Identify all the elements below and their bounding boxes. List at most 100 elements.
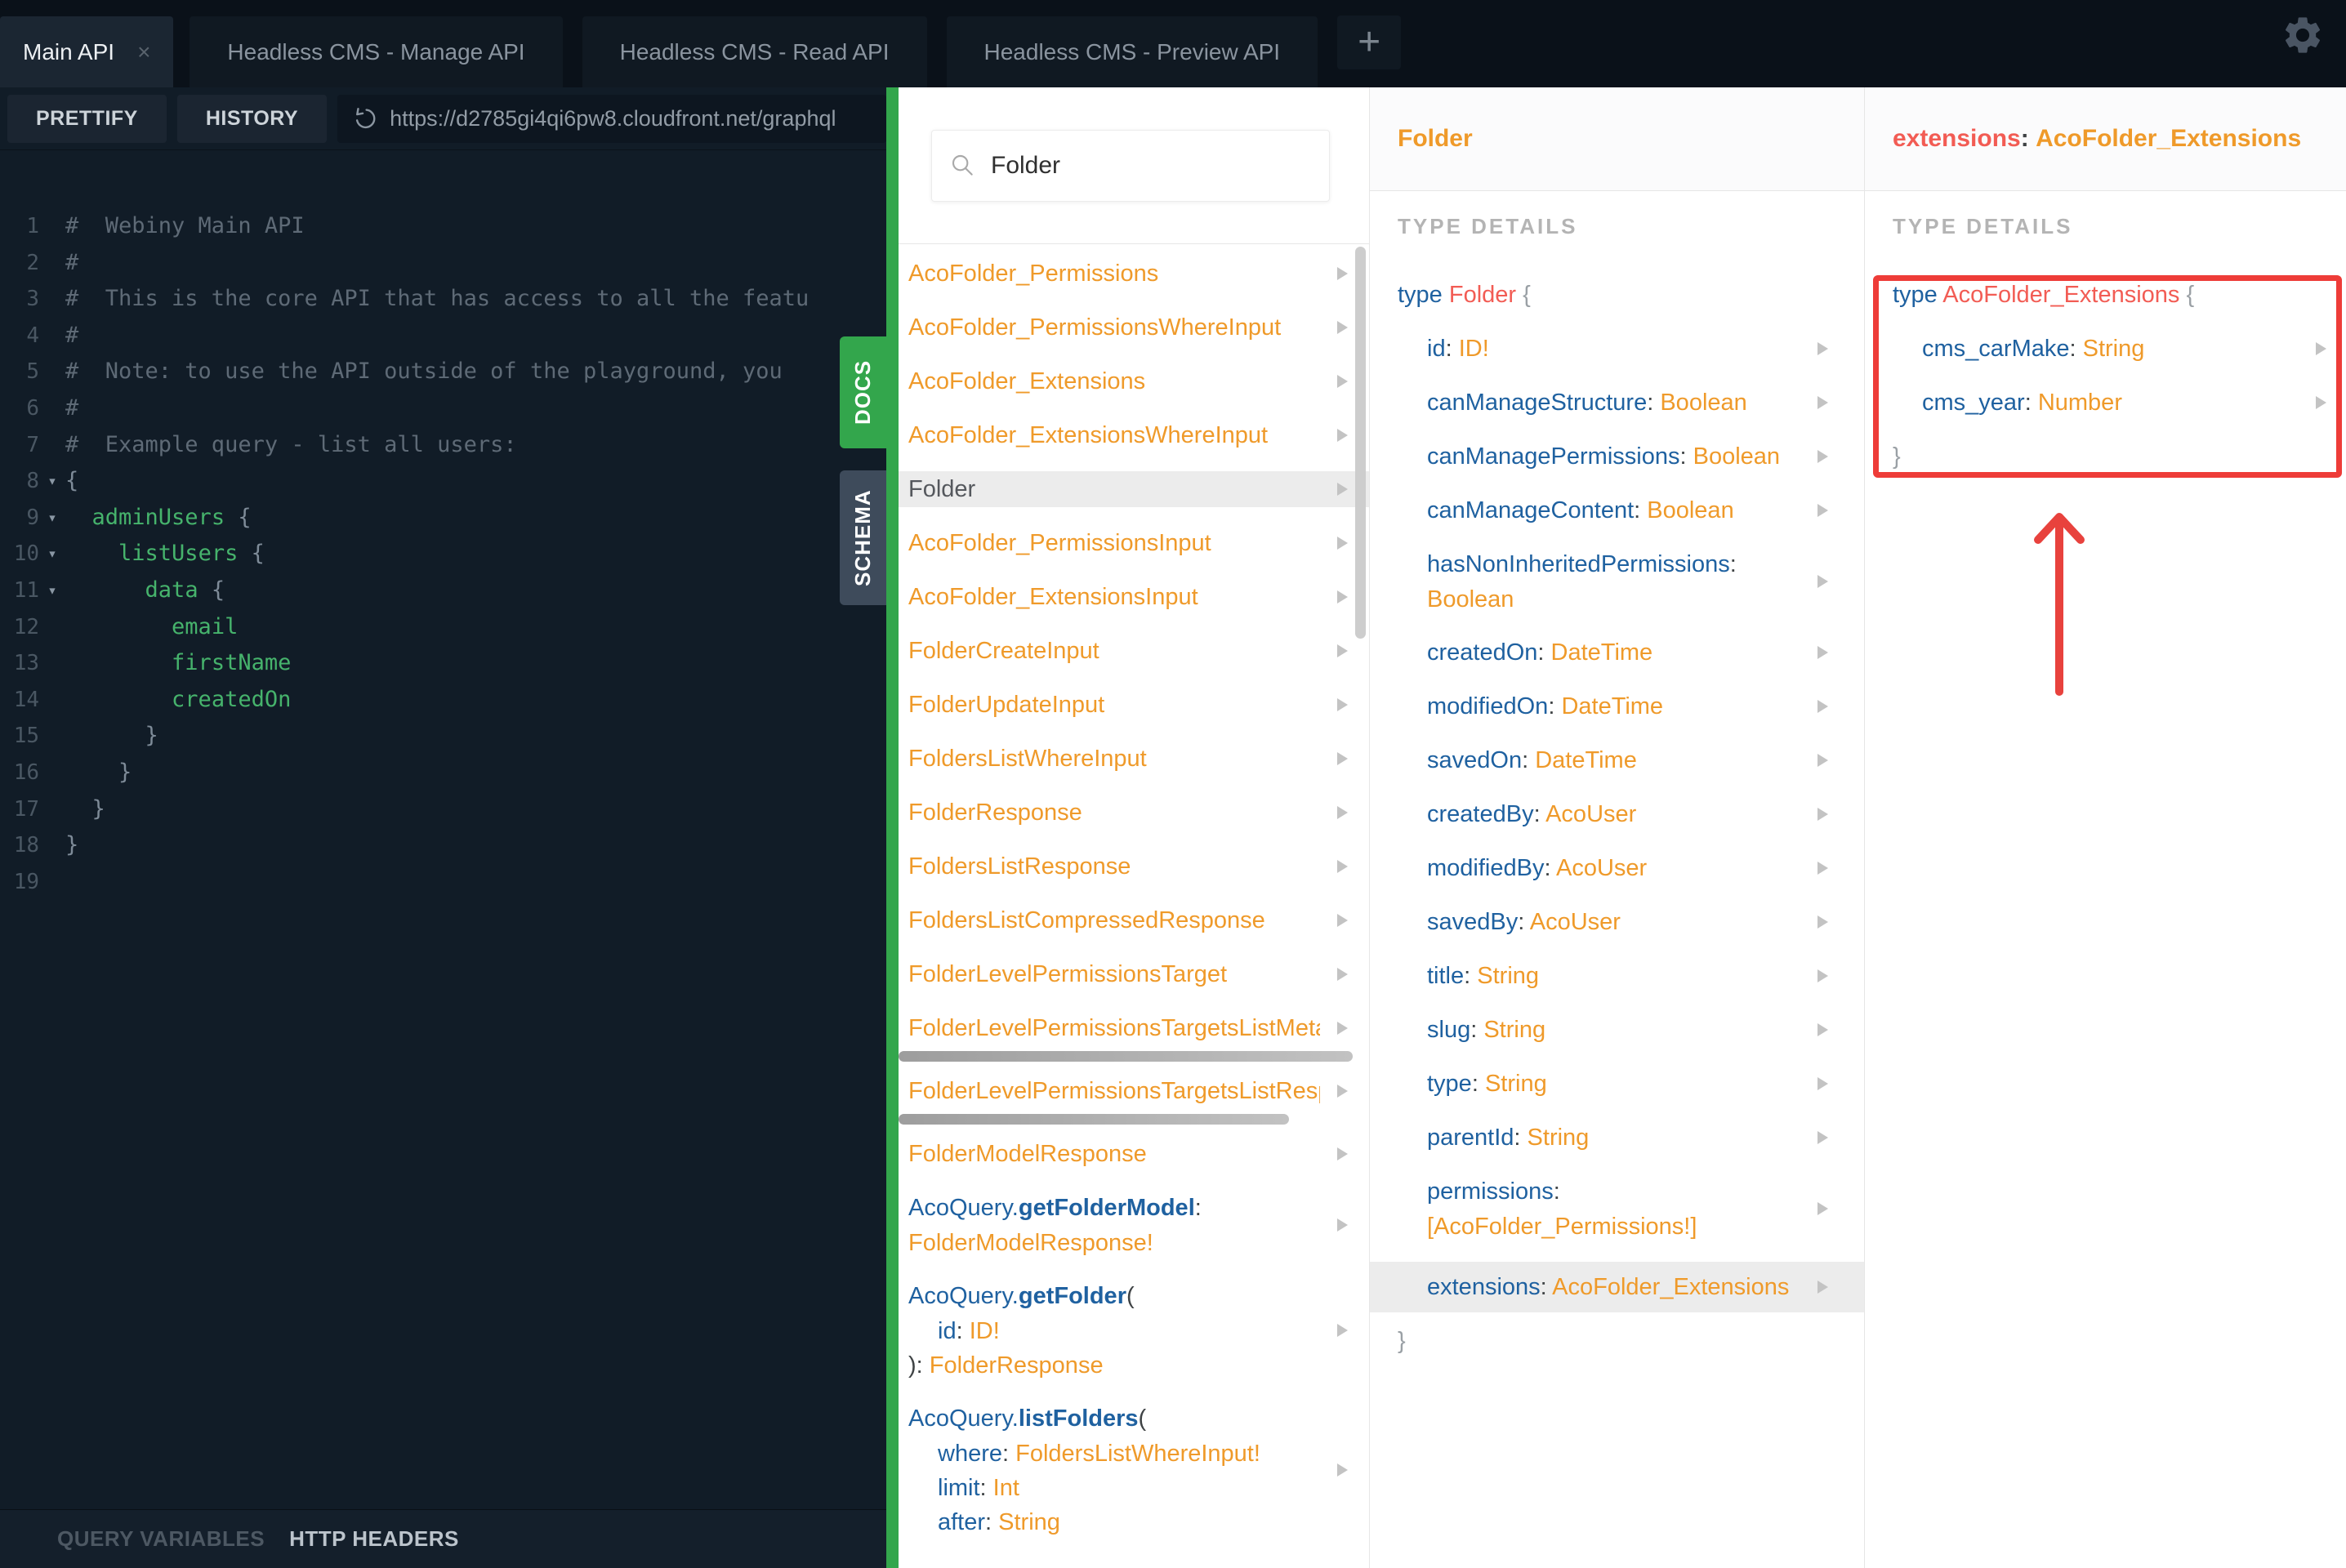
code-line[interactable]: 7 # Example query - list all users: [7, 427, 886, 464]
type-field-row[interactable]: cms_carMake: String [1865, 331, 2346, 367]
endpoint-url-input[interactable] [390, 105, 872, 131]
code-line[interactable]: 2 # [7, 245, 886, 282]
docs-list-item[interactable]: FoldersListResponse [899, 849, 1369, 884]
code-line[interactable]: 6 # [7, 390, 886, 427]
type-field-row[interactable]: createdOn: DateTime [1370, 635, 1864, 670]
chevron-right-icon [1817, 1131, 1828, 1144]
docs-list-item[interactable]: AcoFolder_PermissionsWhereInput [899, 310, 1369, 345]
docs-list-item[interactable]: AcoFolder_Permissions [899, 256, 1369, 292]
code-line[interactable]: 13 firstName [7, 645, 886, 682]
type-field-row[interactable]: title: String [1370, 958, 1864, 994]
docs-list-item[interactable]: FolderModelResponse [899, 1136, 1369, 1172]
type-field-row[interactable]: modifiedOn: DateTime [1370, 688, 1864, 724]
docs-tab[interactable]: DOCS [840, 336, 886, 448]
docs-list-item[interactable]: AcoFolder_PermissionsInput [899, 525, 1369, 561]
type-field-row[interactable]: canManageContent: Boolean [1370, 492, 1864, 528]
code-line[interactable]: 5 # Note: to use the API outside of the p… [7, 354, 886, 390]
text-span: createdBy [1427, 801, 1534, 827]
new-tab-button[interactable]: + [1337, 15, 1402, 69]
docs-search-input[interactable] [991, 152, 1311, 180]
type-field-row[interactable]: modifiedBy: AcoUser [1370, 850, 1864, 886]
type-field-row[interactable]: parentId: String [1370, 1120, 1864, 1156]
type-field-row-selected[interactable]: extensions: AcoFolder_Extensions [1370, 1262, 1864, 1312]
type-field-row[interactable]: cms_year: Number [1865, 385, 2346, 421]
chevron-right-icon [1817, 915, 1828, 929]
fold-arrow-icon[interactable]: ▾ [39, 500, 65, 537]
line-number: 2 [26, 250, 39, 275]
close-icon[interactable]: × [137, 39, 150, 65]
line-number: 14 [13, 687, 39, 712]
type-field-row[interactable]: savedBy: AcoUser [1370, 904, 1864, 940]
type-field-row[interactable]: savedOn: DateTime [1370, 742, 1864, 778]
docs-list-item[interactable]: FolderResponse [899, 795, 1369, 831]
code-line[interactable]: 4 # [7, 318, 886, 354]
code-line[interactable]: 18} [7, 827, 886, 864]
type-field-row[interactable]: type: String [1370, 1066, 1864, 1102]
fold-arrow-icon[interactable]: ▾ [39, 463, 65, 500]
docs-list-item[interactable]: AcoQuery.getFolderModel: FolderModelRespo… [899, 1190, 1369, 1260]
docs-list-item[interactable]: FolderLevelPermissionsTargetsListMeta [899, 1010, 1369, 1046]
text-span: getFolder [1018, 1283, 1126, 1309]
api-tab[interactable]: Main API × [0, 16, 174, 87]
type-field-list: type AcoFolder_Extensions { cms_carMake: … [1865, 277, 2346, 492]
docs-list-item[interactable]: FoldersListWhereInput [899, 741, 1369, 777]
fold-arrow-icon[interactable]: ▾ [39, 572, 65, 609]
type-field-row[interactable]: type Folder { [1370, 277, 1864, 313]
docs-list-item[interactable]: AcoFolder_ExtensionsWhereInput [899, 417, 1369, 453]
fold-arrow-icon[interactable]: ▾ [39, 536, 65, 572]
horizontal-scrollbar[interactable] [899, 1114, 1289, 1125]
docs-list-item[interactable]: Folder [899, 471, 1369, 507]
api-tab[interactable]: Headless CMS - Manage API [190, 16, 563, 87]
query-editor[interactable]: 1 # Webiny Main API 2 #3 # This is the core … [0, 151, 886, 1509]
docs-scrollbar[interactable] [1355, 247, 1366, 639]
type-field-row[interactable]: slug: String [1370, 1012, 1864, 1048]
docs-list-item[interactable]: FoldersListCompressedResponse [899, 902, 1369, 938]
tab-query-variables[interactable]: QUERY VARIABLES [57, 1526, 265, 1552]
docs-list-item[interactable]: FolderCreateInput [899, 633, 1369, 669]
code-line[interactable]: 3 # This is the core API that has access … [7, 281, 886, 318]
chevron-right-icon [1337, 321, 1348, 334]
docs-list-item[interactable]: AcoFolder_ExtensionsInput [899, 579, 1369, 615]
api-tab[interactable]: Headless CMS - Read API [582, 16, 927, 87]
type-field-row[interactable]: canManageStructure: Boolean [1370, 385, 1864, 421]
code-line[interactable]: 12 email [7, 609, 886, 646]
docs-list-item[interactable]: AcoQuery.getFolder(id: ID!): FolderRespo… [899, 1278, 1369, 1383]
docs-list-item[interactable]: FolderLevelPermissionsTargetsListRespo [899, 1073, 1369, 1109]
code-line[interactable]: 14 createdOn [7, 682, 886, 719]
prettify-button[interactable]: PRETTIFY [7, 94, 167, 143]
schema-tab[interactable]: SCHEMA [840, 470, 886, 605]
docs-panel-edge[interactable] [886, 87, 899, 1568]
docs-list-item[interactable]: FolderUpdateInput [899, 687, 1369, 723]
tab-http-headers[interactable]: HTTP HEADERS [289, 1526, 459, 1552]
annotation-arrow-icon [2034, 513, 2085, 696]
settings-button[interactable] [2281, 13, 2325, 57]
line-number: 19 [13, 869, 39, 894]
code-line[interactable]: 8 ▾{ [7, 463, 886, 500]
type-field-row[interactable]: createdBy: AcoUser [1370, 796, 1864, 832]
code-line[interactable]: 17 } [7, 791, 886, 828]
code-line[interactable]: 16 } [7, 755, 886, 791]
type-field-row[interactable]: type AcoFolder_Extensions { [1865, 277, 2346, 313]
type-field-row[interactable]: permissions: [AcoFolder_Permissions!] [1370, 1174, 1864, 1244]
api-tab[interactable]: Headless CMS - Preview API [946, 16, 1318, 87]
type-field-row[interactable]: } [1370, 1323, 1864, 1359]
horizontal-scrollbar[interactable] [899, 1051, 1353, 1062]
search-icon [952, 154, 973, 176]
code-line[interactable]: 10 ▾ listUsers { [7, 536, 886, 572]
type-field-row[interactable]: hasNonInheritedPermissions: Boolean [1370, 546, 1864, 617]
docs-list-item[interactable]: FolderLevelPermissionsTarget [899, 956, 1369, 992]
docs-list-item[interactable]: AcoQuery.listFolders(where: FoldersListW… [899, 1401, 1369, 1539]
code-line[interactable]: 15 } [7, 718, 886, 755]
code-line[interactable]: 11 ▾ data { [7, 572, 886, 609]
code-line[interactable]: 19 [7, 864, 886, 901]
code-line[interactable]: 1 # Webiny Main API [7, 208, 886, 245]
endpoint-url-box[interactable] [337, 94, 886, 143]
type-field-row[interactable]: } [1865, 439, 2346, 474]
docs-search[interactable] [931, 130, 1330, 202]
type-field-row[interactable]: id: ID! [1370, 331, 1864, 367]
code-line[interactable]: 9 ▾ adminUsers { [7, 500, 886, 537]
history-button[interactable]: HISTORY [176, 94, 328, 143]
type-field-row[interactable]: canManagePermissions: Boolean [1370, 439, 1864, 474]
text-span: after [938, 1509, 986, 1535]
docs-list-item[interactable]: AcoFolder_Extensions [899, 363, 1369, 399]
